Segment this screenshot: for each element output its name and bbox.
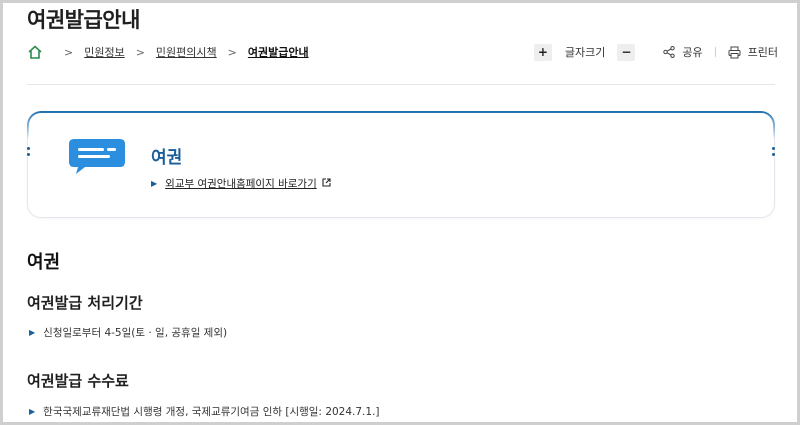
passport-info-card: 여권 ▶ 외교부 여권안내홈페이지 바로가기	[27, 111, 775, 218]
list-item: ▶ 신청일로부터 4-5일(토 · 일, 공휴일 제외)	[29, 325, 227, 340]
breadcrumb-item-civil-info[interactable]: 민원정보	[84, 44, 124, 60]
chevron-right-icon: >	[135, 45, 145, 59]
breadcrumb: > 민원정보 > 민원편의시책 > 여권발급안내	[27, 43, 309, 61]
page-title: 여권발급안내	[27, 8, 140, 32]
fee-text: 한국국제교류재단법 시행령 개정, 국제교류기여금 인하 [시행일: 2024.…	[43, 406, 380, 418]
chevron-right-icon: >	[64, 45, 74, 59]
decoration-dots	[772, 147, 775, 159]
divider	[714, 47, 716, 57]
section-heading: 여권	[27, 252, 61, 273]
print-button[interactable]: 프린터	[728, 44, 778, 60]
font-increase-button[interactable]: +	[533, 43, 552, 61]
decoration-dots	[27, 147, 30, 159]
breadcrumb-item-civil-policy[interactable]: 민원편의시책	[156, 44, 217, 60]
triangle-right-icon: ▶	[151, 179, 158, 188]
triangle-right-icon: ▶	[29, 407, 36, 416]
print-label: 프린터	[747, 46, 778, 59]
speech-bubble-icon	[68, 138, 126, 180]
share-button[interactable]: 공유	[663, 44, 703, 60]
card-title: 여권	[151, 148, 183, 168]
divider	[27, 84, 775, 85]
share-icon	[663, 46, 676, 58]
breadcrumb-item-current[interactable]: 여권발급안내	[248, 44, 309, 60]
printer-icon	[728, 46, 741, 58]
processing-period-heading: 여권발급 처리기간	[27, 294, 143, 312]
font-decrease-button[interactable]: −	[617, 43, 636, 61]
processing-period-text: 신청일로부터 4-5일(토 · 일, 공휴일 제외)	[43, 327, 228, 339]
mofa-passport-link-label: 외교부 여권안내홈페이지 바로가기	[165, 178, 317, 190]
triangle-right-icon: ▶	[29, 328, 36, 337]
mofa-passport-link[interactable]: ▶ 외교부 여권안내홈페이지 바로가기	[151, 176, 331, 191]
page-tools: + 글자크기 − 공유 프린터	[533, 42, 778, 62]
home-icon[interactable]	[27, 44, 43, 60]
list-item: ▶ 한국국제교류재단법 시행령 개정, 국제교류기여금 인하 [시행일: 202…	[29, 404, 380, 419]
external-link-icon	[322, 177, 331, 190]
chevron-right-icon: >	[227, 45, 237, 59]
fee-heading: 여권발급 수수료	[27, 372, 129, 390]
font-size-label: 글자크기	[564, 46, 606, 59]
share-label: 공유	[682, 46, 703, 59]
